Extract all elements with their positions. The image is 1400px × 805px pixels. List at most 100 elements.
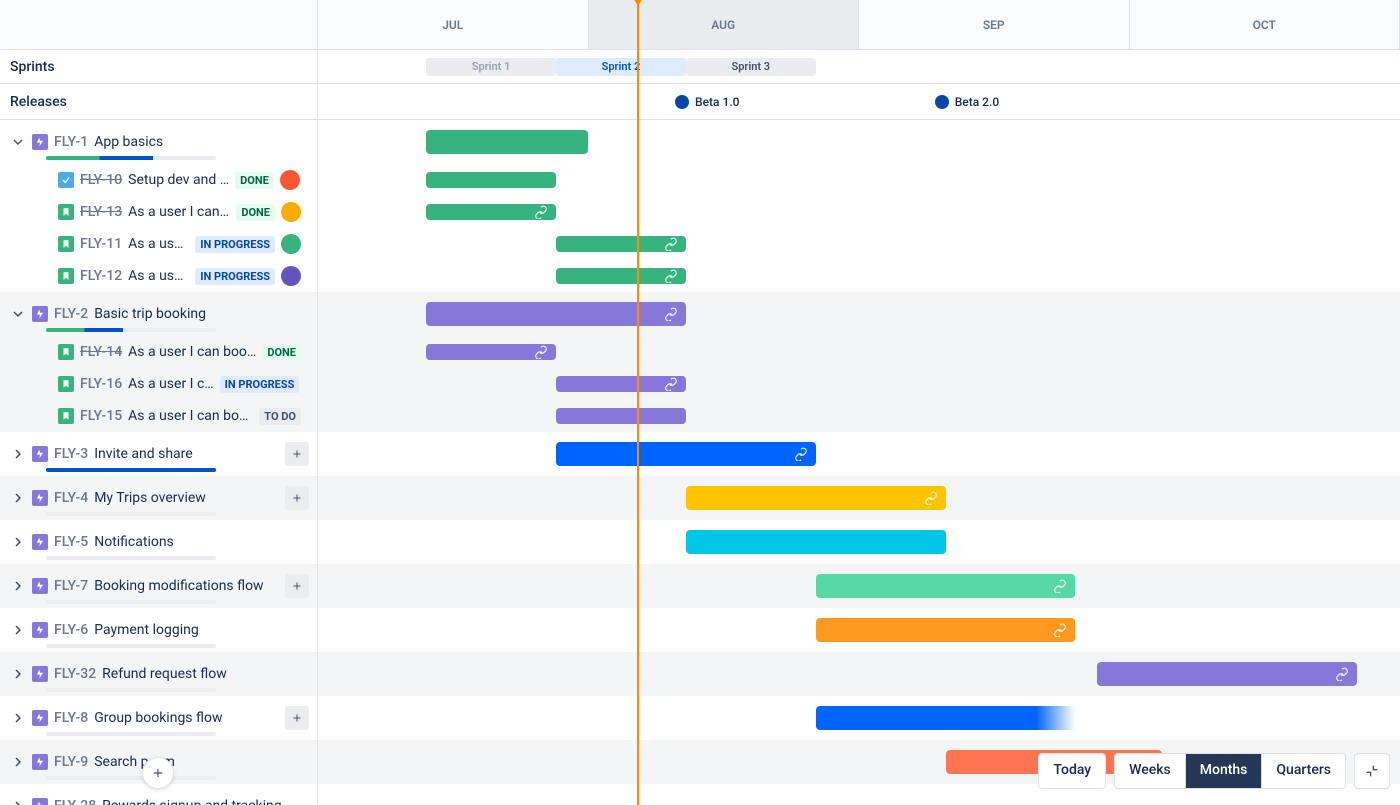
epic-progress-fill — [46, 328, 123, 332]
timeline-bar[interactable] — [816, 618, 1076, 642]
issue-row[interactable]: FLY-11 As a user… IN PROGRESS — [0, 228, 317, 260]
issue-row[interactable]: FLY-12 As a use… IN PROGRESS — [0, 260, 317, 292]
add-child-button[interactable] — [285, 574, 309, 598]
timeline-row — [318, 120, 1400, 164]
timeline-bar[interactable] — [556, 268, 686, 284]
link-icon — [924, 491, 938, 505]
timeline-sprints-row: Sprint 1Sprint 2Sprint 3 — [318, 50, 1400, 84]
timeline-bar[interactable] — [686, 486, 946, 510]
chevron-right-icon[interactable] — [10, 534, 26, 550]
timeline-bar[interactable] — [426, 344, 556, 360]
timeline-bar[interactable] — [556, 408, 686, 424]
assignee-avatar[interactable] — [281, 234, 301, 254]
timeline-bar[interactable] — [426, 302, 686, 326]
chevron-down-icon[interactable] — [10, 306, 26, 322]
add-issue-fab[interactable] — [142, 757, 174, 789]
zoom-quarters-button[interactable]: Quarters — [1262, 754, 1345, 788]
epic-icon — [32, 446, 48, 462]
epic-row[interactable]: FLY-5 Notifications — [0, 520, 317, 564]
timeline-bar[interactable] — [426, 130, 588, 154]
link-icon — [664, 237, 678, 251]
epic-row[interactable]: FLY-2 Basic trip booking — [0, 292, 317, 336]
timeline-bar[interactable] — [556, 442, 816, 466]
epic-row[interactable]: FLY-6 Payment logging — [0, 608, 317, 652]
issue-title: Refund request flow — [102, 666, 227, 682]
epic-icon — [32, 578, 48, 594]
status-badge: DONE — [236, 204, 275, 221]
issue-row[interactable]: FLY-15 As a user I can boo… TO DO — [0, 400, 317, 432]
timeline-bar[interactable] — [1097, 662, 1357, 686]
epic-icon — [32, 534, 48, 550]
release-dot-icon — [935, 95, 949, 109]
timeline-bar[interactable] — [556, 236, 686, 252]
timeline-months-header: JULAUGSEPOCT — [318, 0, 1400, 50]
epic-progress-track — [46, 328, 216, 332]
assignee-avatar[interactable] — [281, 266, 301, 286]
release-marker-2[interactable]: Beta 2.0 — [935, 95, 999, 109]
epic-icon — [32, 798, 48, 805]
issue-row[interactable]: FLY-13 As a user I can … DONE — [0, 196, 317, 228]
epic-row[interactable]: FLY-4 My Trips overview — [0, 476, 317, 520]
link-icon — [534, 205, 548, 219]
status-badge: DONE — [235, 172, 274, 189]
epic-icon — [32, 754, 48, 770]
timeline-bar[interactable] — [426, 172, 556, 188]
sprint-pill-1[interactable]: Sprint 1 — [426, 58, 556, 76]
issue-key: FLY-28 — [54, 798, 96, 805]
chevron-right-icon[interactable] — [10, 666, 26, 682]
zoom-months-button[interactable]: Months — [1186, 754, 1263, 788]
story-icon — [58, 408, 74, 424]
assignee-avatar[interactable] — [281, 202, 301, 222]
sidebar-header-blank — [0, 0, 317, 50]
sprint-pill-3[interactable]: Sprint 3 — [686, 58, 816, 76]
collapse-fullscreen-button[interactable] — [1354, 753, 1390, 789]
zoom-weeks-button[interactable]: Weeks — [1115, 754, 1186, 788]
issue-row[interactable]: FLY-10 Setup dev and … DONE — [0, 164, 317, 196]
chevron-right-icon[interactable] — [10, 446, 26, 462]
release-marker-1[interactable]: Beta 1.0 — [675, 95, 739, 109]
epic-row[interactable]: FLY-1 App basics — [0, 120, 317, 164]
chevron-right-icon[interactable] — [10, 754, 26, 770]
story-icon — [58, 344, 74, 360]
issue-title: As a user I c… — [128, 376, 213, 392]
epic-icon — [32, 490, 48, 506]
add-child-button[interactable] — [285, 486, 309, 510]
chevron-right-icon[interactable] — [10, 490, 26, 506]
epic-row[interactable]: FLY-8 Group bookings flow — [0, 696, 317, 740]
chevron-right-icon[interactable] — [10, 622, 26, 638]
issue-row[interactable]: FLY-14 As a user I can book… DONE — [0, 336, 317, 368]
epic-row[interactable]: FLY-7 Booking modifications flow — [0, 564, 317, 608]
status-badge: IN PROGRESS — [195, 268, 275, 285]
epic-row[interactable]: FLY-32 Refund request flow — [0, 652, 317, 696]
chevron-right-icon[interactable] — [10, 798, 26, 805]
add-child-button[interactable] — [285, 706, 309, 730]
timeline-row — [318, 608, 1400, 652]
chevron-right-icon[interactable] — [10, 578, 26, 594]
sidebar: Sprints Releases FLY-1 App basics FLY-10… — [0, 0, 318, 805]
issue-key: FLY-11 — [80, 236, 122, 252]
status-badge: DONE — [262, 344, 301, 361]
link-icon — [794, 447, 808, 461]
add-child-button[interactable] — [285, 442, 309, 466]
release-dot-icon — [675, 95, 689, 109]
timeline-bar[interactable] — [686, 530, 946, 554]
issue-row[interactable]: FLY-16 As a user I c… IN PROGRESS — [0, 368, 317, 400]
sprint-pill-2[interactable]: Sprint 2 — [556, 58, 686, 76]
task-icon — [58, 172, 74, 188]
assignee-avatar[interactable] — [280, 170, 300, 190]
link-icon — [664, 269, 678, 283]
timeline-bar[interactable] — [556, 376, 686, 392]
timeline-releases-row: Beta 1.0 Beta 2.0 — [318, 84, 1400, 120]
today-button[interactable]: Today — [1039, 754, 1105, 788]
epic-icon — [32, 306, 48, 322]
chevron-down-icon[interactable] — [10, 134, 26, 150]
link-icon — [534, 345, 548, 359]
issue-title: As a user I can boo… — [128, 408, 253, 424]
timeline-bar[interactable] — [816, 706, 1076, 730]
timeline-bar[interactable] — [426, 204, 556, 220]
month-column-oct: OCT — [1130, 0, 1400, 49]
chevron-right-icon[interactable] — [10, 710, 26, 726]
epic-row[interactable]: FLY-3 Invite and share — [0, 432, 317, 476]
timeline-bar[interactable] — [816, 574, 1076, 598]
issue-key: FLY-15 — [80, 408, 122, 424]
